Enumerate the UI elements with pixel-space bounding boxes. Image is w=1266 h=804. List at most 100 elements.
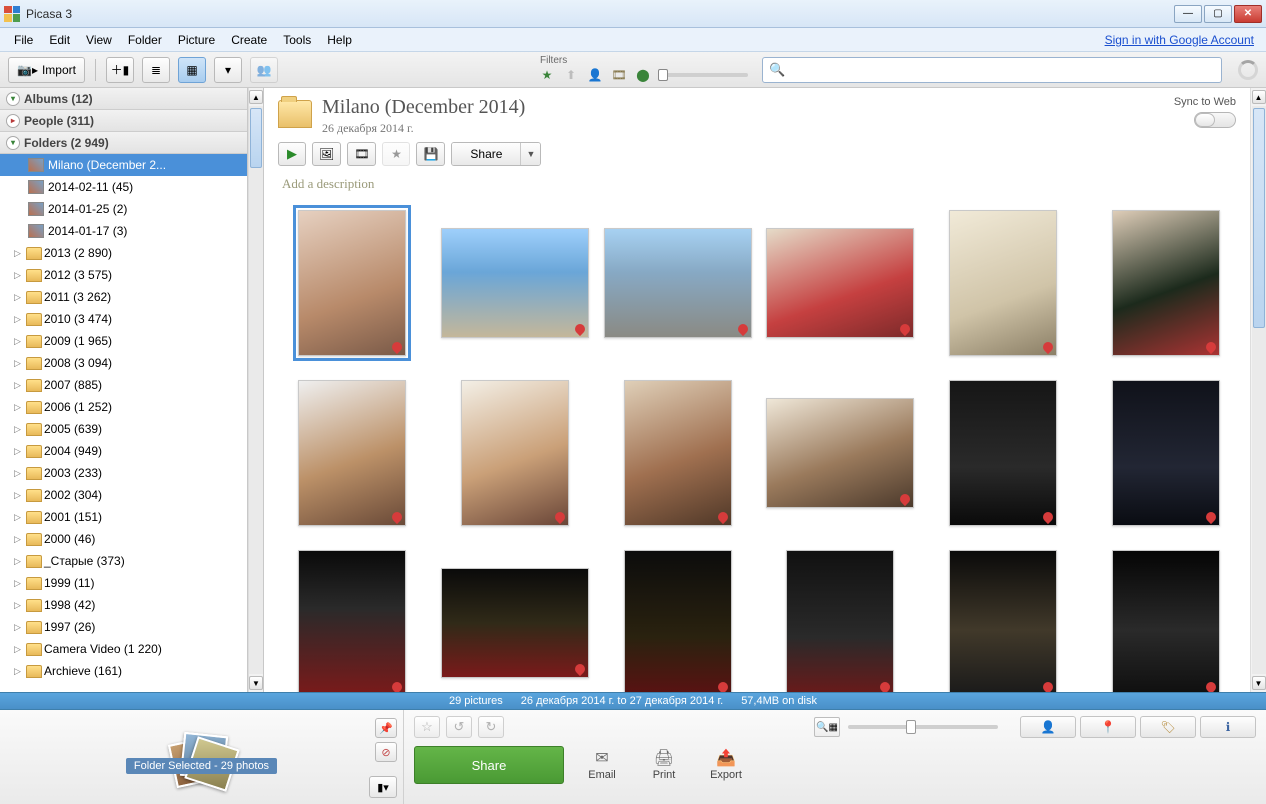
menu-view[interactable]: View	[78, 30, 120, 50]
sidebar-year-item[interactable]: ▷2010 (3 474)	[0, 308, 247, 330]
sidebar-year-item[interactable]: ▷_Старые (373)	[0, 550, 247, 572]
menu-picture[interactable]: Picture	[170, 30, 223, 50]
tray-hold-button[interactable]: 📌	[375, 718, 397, 738]
sidebar-year-item[interactable]: ▷2004 (949)	[0, 440, 247, 462]
sidebar-year-item[interactable]: ▷1999 (11)	[0, 572, 247, 594]
filter-movies-button[interactable]: 🎞	[610, 66, 628, 84]
scroll-down-button[interactable]: ▼	[249, 676, 263, 690]
photo-thumbnail[interactable]	[461, 380, 569, 526]
folder-description-input[interactable]: Add a description	[264, 174, 1250, 198]
photo-thumbnail[interactable]	[1112, 210, 1220, 356]
photo-thumbnail[interactable]	[786, 550, 894, 692]
sidebar-year-item[interactable]: ▷2007 (885)	[0, 374, 247, 396]
share-dropdown-button[interactable]: Share ▼	[451, 142, 541, 166]
photo-thumbnail[interactable]	[766, 398, 914, 508]
menu-tools[interactable]: Tools	[275, 30, 319, 50]
photo-thumbnail[interactable]	[298, 380, 406, 526]
sidebar-year-item[interactable]: ▷2011 (3 262)	[0, 286, 247, 308]
sidebar-item-milano[interactable]: Milano (December 2...	[0, 154, 247, 176]
minimize-button[interactable]: —	[1174, 5, 1202, 23]
geotag-button[interactable]: 📍	[1080, 716, 1136, 738]
export-button[interactable]: 📤 Export	[702, 749, 750, 781]
save-button[interactable]: 💾	[416, 142, 445, 166]
zoom-slider[interactable]	[848, 725, 998, 729]
photo-thumbnail[interactable]	[441, 568, 589, 678]
import-button[interactable]: 📷▸ Import	[8, 57, 85, 83]
sidebar-year-item[interactable]: ▷2003 (233)	[0, 462, 247, 484]
photo-thumbnail[interactable]	[441, 228, 589, 338]
tray-add-to-button[interactable]: ▮▾	[369, 776, 397, 798]
sidebar-item[interactable]: 2014-01-17 (3)	[0, 220, 247, 242]
scroll-track[interactable]	[1252, 106, 1266, 674]
rotate-ccw-button[interactable]: ↺	[446, 716, 472, 738]
view-options-dropdown[interactable]: ▾	[214, 57, 242, 83]
sidebar-scrollbar[interactable]: ▲ ▼	[248, 88, 264, 692]
sidebar-year-item[interactable]: ▷2001 (151)	[0, 506, 247, 528]
photo-thumbnail[interactable]	[604, 228, 752, 338]
slideshow-button[interactable]: ▶	[278, 142, 306, 166]
menu-folder[interactable]: Folder	[120, 30, 170, 50]
tag-people-button[interactable]: 👤	[1020, 716, 1076, 738]
menu-create[interactable]: Create	[223, 30, 275, 50]
email-button[interactable]: ✉ Email	[578, 749, 626, 781]
star-toggle-button[interactable]: ☆	[414, 716, 440, 738]
rotate-cw-button[interactable]: ↻	[478, 716, 504, 738]
sidebar-year-item[interactable]: ▷2012 (3 575)	[0, 264, 247, 286]
photo-thumbnail[interactable]	[949, 380, 1057, 526]
view-list-button[interactable]: ≣	[142, 57, 170, 83]
zoom-knob[interactable]	[906, 720, 916, 734]
star-button[interactable]: ★	[382, 142, 410, 166]
photo-thumbnail[interactable]	[624, 380, 732, 526]
photo-thumbnail[interactable]	[298, 550, 406, 692]
scroll-thumb[interactable]	[250, 108, 262, 168]
menu-edit[interactable]: Edit	[41, 30, 78, 50]
sync-to-web-toggle[interactable]	[1194, 112, 1236, 128]
folder-tree[interactable]: Milano (December 2... 2014-02-11 (45) 20…	[0, 154, 247, 692]
photo-thumbnail[interactable]	[766, 228, 914, 338]
sidebar-year-item[interactable]: ▷Archieve (161)	[0, 660, 247, 682]
properties-button[interactable]: ℹ	[1200, 716, 1256, 738]
sidebar-year-item[interactable]: ▷Camera Video (1 220)	[0, 638, 247, 660]
sidebar-section-albums[interactable]: ▾ Albums (12)	[0, 88, 247, 110]
sidebar-year-item[interactable]: ▷1997 (26)	[0, 616, 247, 638]
sidebar-year-item[interactable]: ▷2009 (1 965)	[0, 330, 247, 352]
sidebar-year-item[interactable]: ▷2005 (639)	[0, 418, 247, 440]
scroll-thumb[interactable]	[1253, 108, 1265, 328]
print-button[interactable]: 🖨 Print	[640, 749, 688, 781]
menu-help[interactable]: Help	[319, 30, 360, 50]
tray-clear-button[interactable]: ⊘	[375, 742, 397, 762]
filter-starred-button[interactable]: ★	[538, 66, 556, 84]
zoom-fit-button[interactable]: 🔍▦	[814, 717, 840, 737]
scroll-track[interactable]	[249, 106, 263, 674]
sidebar-year-item[interactable]: ▷2006 (1 252)	[0, 396, 247, 418]
people-button[interactable]: 👥	[250, 57, 278, 83]
photo-thumbnail[interactable]	[949, 550, 1057, 692]
signin-link[interactable]: Sign in with Google Account	[1105, 33, 1254, 47]
filter-uploaded-button[interactable]: ⬆	[562, 66, 580, 84]
sidebar-year-item[interactable]: ▷2000 (46)	[0, 528, 247, 550]
photo-thumbnail[interactable]	[298, 210, 406, 356]
photo-thumbnail[interactable]	[624, 550, 732, 692]
filter-geo-button[interactable]: ⬤	[634, 66, 652, 84]
sidebar-item[interactable]: 2014-01-25 (2)	[0, 198, 247, 220]
sidebar-year-item[interactable]: ▷2008 (3 094)	[0, 352, 247, 374]
close-button[interactable]: ✕	[1234, 5, 1262, 23]
sidebar-year-item[interactable]: ▷1998 (42)	[0, 594, 247, 616]
collage-button[interactable]: 🖼	[312, 142, 341, 166]
movie-button[interactable]: 🎞	[347, 142, 376, 166]
filter-date-slider[interactable]	[658, 73, 748, 77]
tags-button[interactable]: 🏷	[1140, 716, 1196, 738]
photo-thumbnail[interactable]	[949, 210, 1057, 356]
menu-file[interactable]: File	[6, 30, 41, 50]
scroll-down-button[interactable]: ▼	[1252, 676, 1266, 690]
content-scrollbar[interactable]: ▲ ▼	[1250, 88, 1266, 692]
share-button[interactable]: Share	[414, 746, 564, 784]
search-box[interactable]: 🔍	[762, 57, 1222, 83]
view-thumbs-button[interactable]: ▦	[178, 57, 206, 83]
sidebar-year-item[interactable]: ▷2002 (304)	[0, 484, 247, 506]
toggle-knob[interactable]	[1195, 113, 1215, 127]
add-to-album-button[interactable]: ＋▮	[106, 57, 134, 83]
photo-thumbnail[interactable]	[1112, 380, 1220, 526]
sidebar-section-folders[interactable]: ▾ Folders (2 949)	[0, 132, 247, 154]
scroll-up-button[interactable]: ▲	[249, 90, 263, 104]
